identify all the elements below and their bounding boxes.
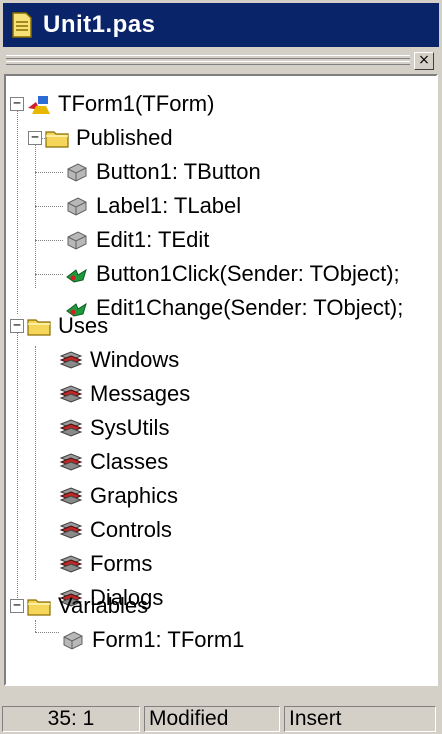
tree-node-button1[interactable]: Button1: TButton (64, 155, 261, 189)
field-icon (63, 631, 83, 650)
tree-line (35, 138, 36, 288)
tree-node-label: Edit1: TEdit (96, 227, 210, 252)
tree-node-label: Windows (90, 347, 180, 372)
field-icon (67, 197, 87, 216)
tree-node-variables[interactable]: Variables (26, 589, 148, 623)
tree-line (35, 172, 63, 173)
document-icon (12, 12, 32, 38)
modified-indicator: Modified (144, 706, 280, 732)
tree-line (35, 632, 59, 633)
tree-node-label: Variables (58, 593, 149, 618)
tree-node-edit1[interactable]: Edit1: TEdit (64, 223, 209, 257)
tree-node-label: Messages (90, 381, 191, 406)
unit-icon (59, 555, 83, 573)
tree-node-label: Label1: TLabel (96, 193, 242, 218)
tree-node-uses[interactable]: Uses (26, 309, 108, 343)
method-icon (66, 268, 87, 283)
tree-node-label: Graphics (90, 483, 179, 508)
field-icon (67, 231, 87, 250)
expander-toggle[interactable]: − (10, 319, 24, 333)
unit-icon (59, 453, 83, 471)
tree-node-windows[interactable]: Windows (58, 343, 179, 377)
cursor-position: 35: 1 (2, 706, 140, 732)
tree-line (17, 326, 18, 606)
tree-node-published[interactable]: Published (44, 121, 173, 155)
tree-node-label: Form1: TForm1 (92, 627, 245, 652)
tree-node-label: Edit1Change(Sender: TObject); (96, 295, 404, 320)
tree-line (35, 274, 63, 275)
folder-icon (27, 319, 51, 336)
unit-icon (59, 351, 83, 369)
tree-node-edit1change[interactable]: Edit1Change(Sender: TObject); (64, 291, 403, 325)
tree-node-label: Button1Click(Sender: TObject); (96, 261, 400, 286)
close-button[interactable]: × (414, 52, 434, 70)
form-class-icon (28, 96, 50, 114)
tree-node-label: Classes (90, 449, 169, 474)
tree-node-graphics[interactable]: Graphics (58, 479, 178, 513)
unit-icon (59, 487, 83, 505)
tree-node-classes[interactable]: Classes (58, 445, 168, 479)
tree-line (35, 346, 36, 580)
tree-line (35, 240, 63, 241)
tree-line (17, 104, 18, 314)
tree-node-messages[interactable]: Messages (58, 377, 190, 411)
tree-node-tform1[interactable]: TForm1(TForm) (26, 87, 214, 121)
tree-node-forms[interactable]: Forms (58, 547, 152, 581)
tree-node-label: Button1: TButton (96, 159, 261, 184)
expander-toggle[interactable]: − (10, 599, 24, 613)
tree-node-controls[interactable]: Controls (58, 513, 172, 547)
tree-node-label: Uses (58, 313, 109, 338)
tree-node-label: Published (76, 125, 173, 150)
tree-node-label1[interactable]: Label1: TLabel (64, 189, 241, 223)
folder-icon (45, 131, 69, 148)
field-icon (67, 163, 87, 182)
tree-node-label: SysUtils (90, 415, 170, 440)
tree-node-form1[interactable]: Form1: TForm1 (60, 623, 244, 657)
tree-node-button1click[interactable]: Button1Click(Sender: TObject); (64, 257, 400, 291)
tree-node-sysutils[interactable]: SysUtils (58, 411, 169, 445)
unit-icon (59, 521, 83, 539)
tree-line (35, 206, 63, 207)
unit-icon (59, 385, 83, 403)
tree-node-label: TForm1(TForm) (58, 91, 215, 116)
code-explorer-window: Unit1.pas × − TForm1(TForm) − Published … (0, 0, 442, 734)
folder-icon (27, 599, 51, 616)
tree-node-label: Controls (90, 517, 172, 542)
status-bar: 35: 1 Modified Insert (2, 706, 440, 732)
expander-toggle[interactable]: − (28, 131, 42, 145)
unit-icon (59, 419, 83, 437)
expander-toggle[interactable]: − (10, 97, 24, 111)
title-bar[interactable]: Unit1.pas (3, 3, 439, 47)
insert-mode-indicator: Insert (284, 706, 436, 732)
window-title: Unit1.pas (43, 11, 156, 38)
dock-grip[interactable] (6, 55, 410, 65)
tree-node-label: Forms (90, 551, 153, 576)
tree-view[interactable]: − TForm1(TForm) − Published Button1: TBu… (4, 74, 438, 686)
